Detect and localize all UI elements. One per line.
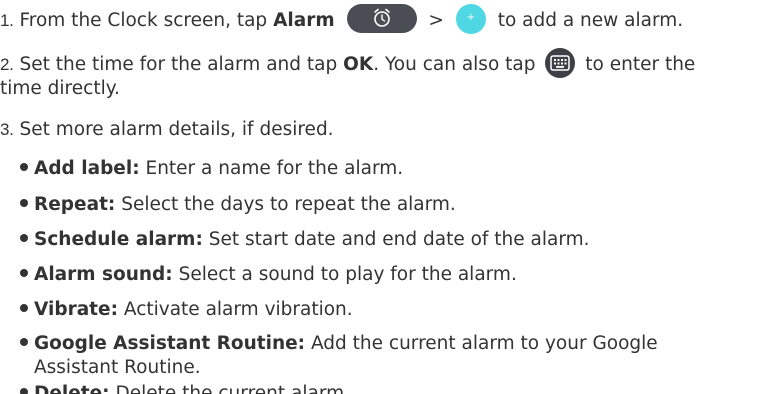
step-number: 2. <box>0 55 14 74</box>
bullet-label: Repeat: <box>34 194 116 215</box>
step-text-end: to enter the <box>585 54 696 75</box>
step-text: Set the time for the alarm and tap <box>19 54 338 75</box>
list-item: Delete: Delete the current alarm. <box>20 381 350 394</box>
bullet-text: Add the current alarm to your Google <box>310 333 658 354</box>
instruction-document: 1. From the Clock screen, tap Alarm > + … <box>0 0 784 394</box>
bullet-label: Schedule alarm: <box>34 229 203 250</box>
bullet-text: Select a sound to play for the alarm. <box>178 264 517 285</box>
alarm-label: Alarm <box>273 10 335 31</box>
bullet-text: Enter a name for the alarm. <box>145 158 404 179</box>
list-item-continuation: Assistant Routine. <box>34 355 201 381</box>
step-text-cont: time directly. <box>0 78 120 99</box>
alarm-clock-icon <box>346 4 417 33</box>
step-text: From the Clock screen, tap <box>19 10 268 31</box>
list-item: Add label: Enter a name for the alarm. <box>20 156 403 182</box>
bullet-text: Delete the current alarm. <box>115 383 351 394</box>
step-1: 1. From the Clock screen, tap Alarm > + … <box>0 4 683 34</box>
bullet-dot <box>20 269 28 277</box>
bullet-label: Add label: <box>34 158 140 179</box>
plus-icon: + <box>455 4 486 34</box>
bullet-dot <box>20 304 28 312</box>
ok-label: OK <box>343 54 374 75</box>
bullet-text: Set start date and end date of the alarm… <box>208 229 590 250</box>
bullet-dot <box>20 163 28 171</box>
bullet-label: Delete: <box>34 383 110 394</box>
step-text-end: to add a new alarm. <box>497 10 684 31</box>
bullet-dot <box>20 388 28 394</box>
step-3: 3. Set more alarm details, if desired. <box>0 117 334 143</box>
step-number: 1. <box>0 11 14 30</box>
bullet-text-cont: Assistant Routine. <box>34 357 201 378</box>
bullet-dot <box>20 199 28 207</box>
step-text-mid: . You can also tap <box>373 54 536 75</box>
bullet-label: Vibrate: <box>34 299 118 320</box>
list-item: Alarm sound: Select a sound to play for … <box>20 262 517 288</box>
list-item: Vibrate: Activate alarm vibration. <box>20 297 353 323</box>
bullet-label: Google Assistant Routine: <box>34 333 306 354</box>
bullet-text: Activate alarm vibration. <box>123 299 353 320</box>
bullet-label: Alarm sound: <box>34 264 173 285</box>
bullet-dot <box>20 234 28 242</box>
separator: > <box>428 10 444 31</box>
bullet-text: Select the days to repeat the alarm. <box>121 194 456 215</box>
bullet-dot <box>20 338 28 346</box>
list-item: Google Assistant Routine: Add the curren… <box>20 331 658 357</box>
step-2-continuation: time directly. <box>0 76 120 102</box>
list-item: Repeat: Select the days to repeat the al… <box>20 192 456 218</box>
plus-glyph: + <box>466 12 475 23</box>
step-number: 3. <box>0 120 14 139</box>
list-item: Schedule alarm: Set start date and end d… <box>20 227 590 253</box>
step-2: 2. Set the time for the alarm and tap OK… <box>0 48 695 78</box>
step-text: Set more alarm details, if desired. <box>19 119 334 140</box>
keyboard-icon <box>545 48 576 78</box>
